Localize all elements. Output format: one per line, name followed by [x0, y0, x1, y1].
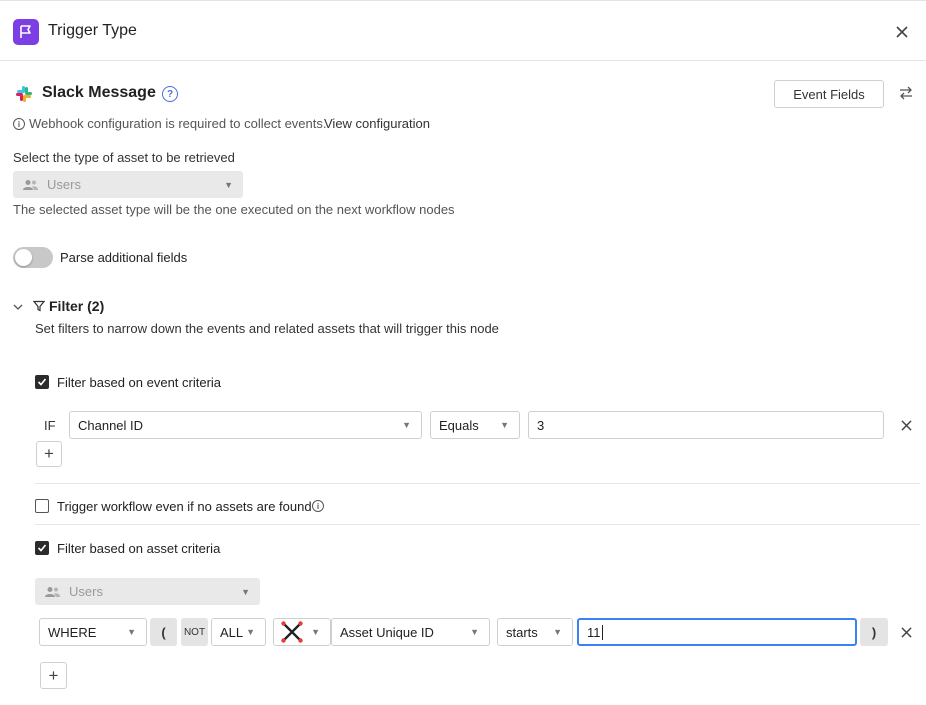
where-value: WHERE [48, 624, 97, 640]
event-operator-value: Equals [439, 417, 479, 433]
chevron-down-icon[interactable] [13, 300, 25, 312]
slack-logo-icon [15, 85, 33, 103]
asset-criteria-label: Filter based on asset criteria [57, 541, 221, 556]
asset-criteria-type-value: Users [69, 584, 103, 599]
asset-type-select: Users ▼ [13, 171, 243, 198]
remove-event-filter-icon[interactable] [896, 415, 916, 435]
filter-title: Filter (2) [49, 298, 105, 314]
info-icon: i [13, 118, 25, 130]
event-criteria-checkbox[interactable] [35, 375, 49, 389]
users-icon [23, 179, 38, 190]
panel-title: Trigger Type [48, 22, 137, 39]
top-border [0, 0, 926, 3]
divider [35, 524, 920, 525]
view-configuration-link[interactable]: View configuration [324, 116, 430, 131]
chevron-down-icon: ▼ [470, 627, 479, 637]
chevron-down-icon: ▼ [241, 586, 250, 597]
chevron-down-icon: ▼ [127, 627, 136, 637]
swap-icon[interactable] [899, 86, 915, 102]
chevron-down-icon: ▼ [553, 627, 562, 637]
toggle-knob [15, 249, 32, 266]
close-icon[interactable] [892, 22, 912, 42]
chevron-down-icon: ▼ [224, 179, 233, 190]
chevron-down-icon: ▼ [500, 420, 509, 430]
asset-operator-value: starts [506, 624, 538, 640]
filter-description: Set filters to narrow down the events an… [35, 321, 499, 336]
asset-type-help: The selected asset type will be the one … [13, 202, 455, 217]
check-icon [37, 378, 47, 386]
asset-value-text: 11 [587, 624, 601, 640]
asset-criteria-checkbox[interactable] [35, 541, 49, 555]
parse-fields-toggle[interactable] [13, 247, 53, 268]
check-icon [37, 544, 47, 552]
chevron-down-icon: ▼ [246, 627, 255, 637]
users-icon [45, 586, 60, 597]
trigger-no-assets-checkbox[interactable] [35, 499, 49, 513]
text-cursor [601, 624, 603, 640]
event-value-input[interactable]: 3 [528, 411, 884, 439]
event-field-value: Channel ID [78, 417, 144, 433]
remove-asset-filter-icon[interactable] [896, 622, 916, 642]
close-paren-button[interactable]: ) [860, 618, 888, 646]
asset-type-label: Select the type of asset to be retrieved [13, 150, 235, 165]
asset-field-select[interactable]: Asset Unique ID ▼ [331, 618, 490, 646]
panel-header: Trigger Type [0, 4, 926, 61]
asset-operator-select[interactable]: starts ▼ [497, 618, 573, 646]
quantifier-select[interactable]: ALL ▼ [211, 618, 266, 646]
divider [35, 483, 920, 484]
help-icon[interactable]: ? [162, 86, 178, 102]
source-integration-select[interactable]: ▼ [273, 618, 331, 646]
trigger-no-assets-label: Trigger workflow even if no assets are f… [57, 499, 312, 514]
asset-field-value: Asset Unique ID [340, 624, 434, 640]
not-toggle-button[interactable]: NOT [181, 618, 208, 646]
event-fields-button[interactable]: Event Fields [774, 80, 884, 108]
asset-type-value: Users [47, 177, 81, 192]
event-criteria-label: Filter based on event criteria [57, 375, 222, 390]
add-event-condition-button[interactable]: + [36, 441, 62, 467]
event-operator-select[interactable]: Equals ▼ [430, 411, 520, 439]
integration-x-icon [281, 621, 303, 643]
asset-criteria-type-select: Users ▼ [35, 578, 260, 605]
open-paren-button[interactable]: ( [150, 618, 177, 646]
quantifier-value: ALL [220, 624, 244, 640]
chevron-down-icon: ▼ [402, 420, 411, 430]
webhook-note: Webhook configuration is required to col… [29, 116, 327, 131]
flag-icon [13, 19, 39, 45]
where-select[interactable]: WHERE ▼ [39, 618, 147, 646]
event-value-text: 3 [537, 417, 545, 433]
source-title: Slack Message [42, 84, 156, 101]
chevron-down-icon: ▼ [311, 627, 320, 637]
filter-icon [32, 300, 46, 313]
event-field-select[interactable]: Channel ID ▼ [69, 411, 422, 439]
info-icon[interactable]: i [312, 500, 324, 512]
add-asset-condition-button[interactable]: + [40, 662, 67, 689]
asset-value-input[interactable]: 11 [577, 618, 857, 646]
if-label: IF [44, 418, 56, 433]
parse-fields-label: Parse additional fields [60, 250, 188, 265]
